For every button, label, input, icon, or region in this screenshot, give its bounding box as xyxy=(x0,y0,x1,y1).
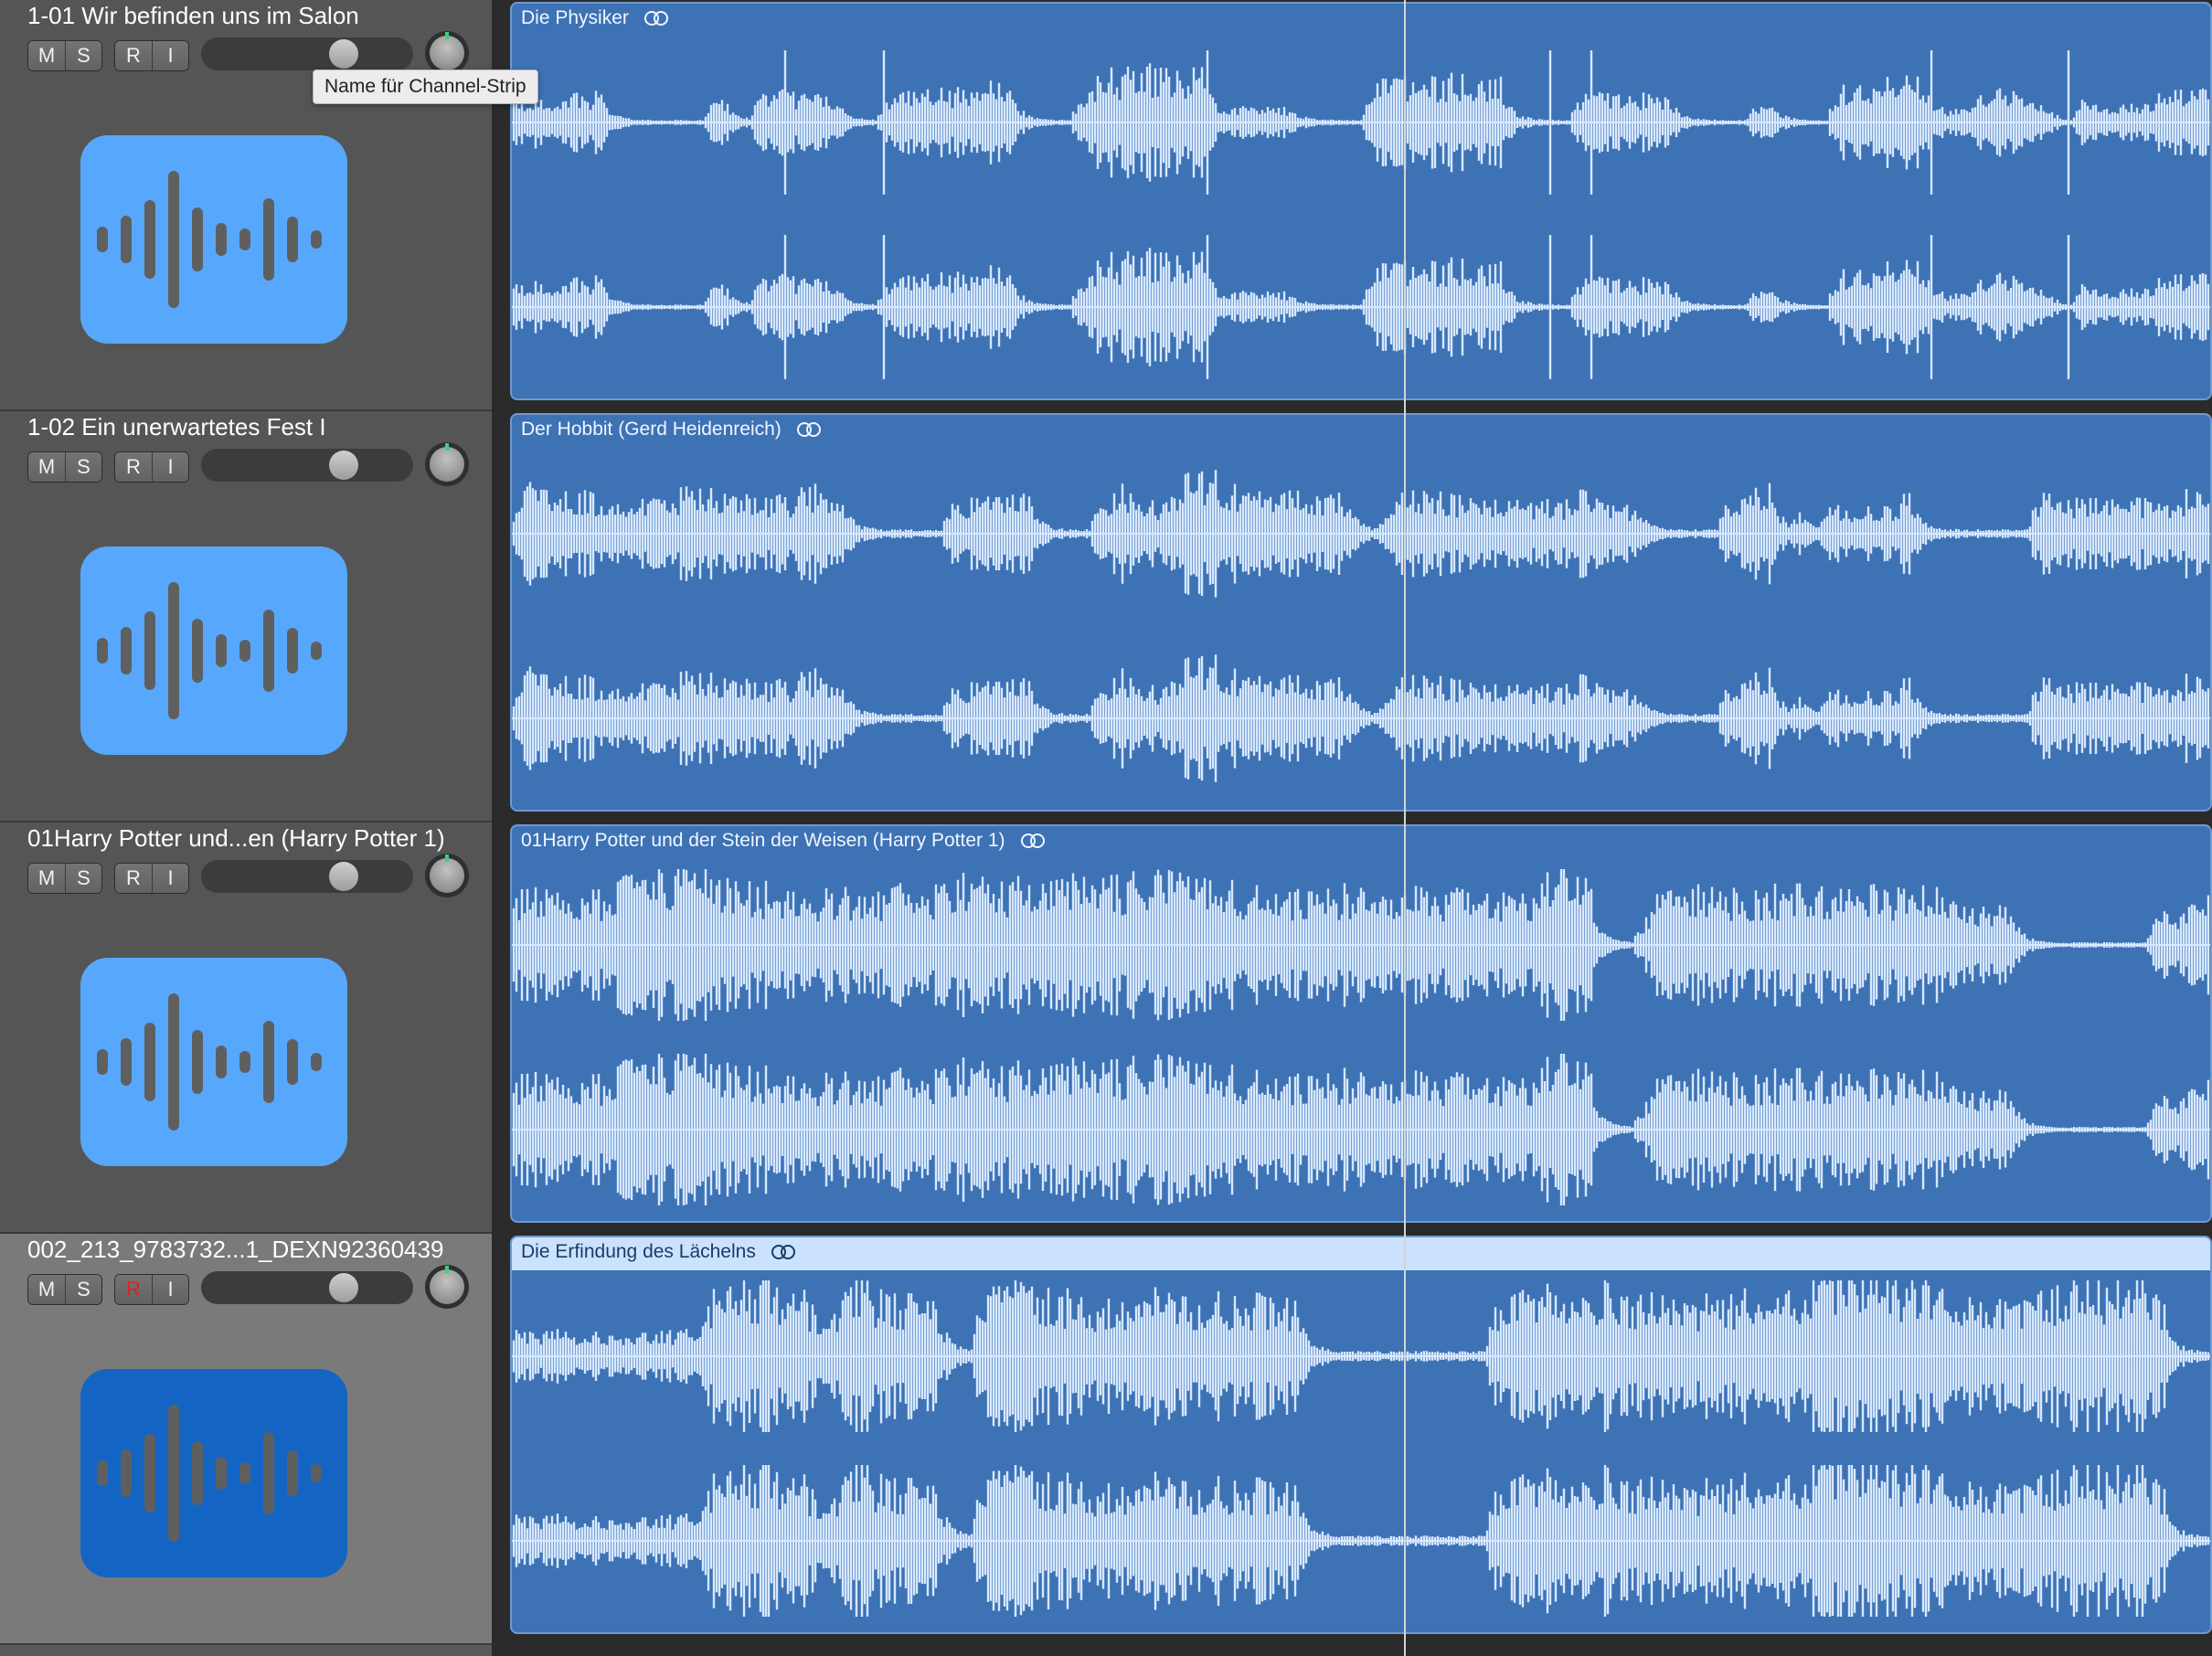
region-header[interactable]: 01Harry Potter und der Stein der Weisen … xyxy=(512,826,2210,859)
record-input-group: RI xyxy=(114,863,189,894)
waveform-icon[interactable] xyxy=(80,547,347,755)
record-enable-button[interactable]: R xyxy=(115,1275,152,1304)
header-divider[interactable] xyxy=(492,0,510,1656)
waveform xyxy=(512,50,2210,379)
input-monitor-button[interactable]: I xyxy=(152,41,188,70)
mute-solo-group: MS xyxy=(27,451,102,483)
region-header[interactable]: Die Physiker xyxy=(512,4,2210,37)
record-enable-button[interactable]: R xyxy=(115,41,152,70)
region-title: Die Physiker xyxy=(521,7,629,28)
record-input-group: RI xyxy=(114,1274,189,1305)
pan-knob-face xyxy=(430,858,464,893)
track-name[interactable]: 01Harry Potter und...en (Harry Potter 1) xyxy=(27,823,480,854)
input-monitor-button[interactable]: I xyxy=(152,452,188,482)
pan-knob[interactable] xyxy=(425,442,469,486)
track-header[interactable]: 1-02 Ein unerwartetes Fest IMSRI xyxy=(0,411,492,823)
loop-icon xyxy=(797,422,821,437)
waveform-icon[interactable] xyxy=(80,1369,347,1577)
solo-button[interactable]: S xyxy=(65,1275,101,1304)
pan-indicator xyxy=(445,443,449,451)
waveform xyxy=(512,1280,2210,1617)
pan-knob-face xyxy=(430,36,464,70)
input-monitor-button[interactable]: I xyxy=(152,1275,188,1304)
pan-knob-face xyxy=(430,447,464,482)
audio-region[interactable]: 01Harry Potter und der Stein der Weisen … xyxy=(510,824,2212,1223)
record-enable-button[interactable]: R xyxy=(115,452,152,482)
solo-button[interactable]: S xyxy=(65,864,101,893)
solo-button[interactable]: S xyxy=(65,41,101,70)
pan-knob-face xyxy=(430,1269,464,1304)
record-input-group: RI xyxy=(114,40,189,71)
volume-slider-thumb[interactable] xyxy=(329,1273,358,1302)
volume-slider[interactable] xyxy=(201,449,413,482)
pan-knob[interactable] xyxy=(425,1265,469,1309)
mute-solo-group: MS xyxy=(27,863,102,894)
waveform-icon[interactable] xyxy=(80,135,347,344)
tooltip: Name für Channel-Strip xyxy=(313,69,538,104)
audio-region[interactable]: Die Physiker xyxy=(510,2,2212,400)
solo-button[interactable]: S xyxy=(65,452,101,482)
volume-slider-thumb[interactable] xyxy=(329,451,358,480)
volume-slider-thumb[interactable] xyxy=(329,39,358,69)
tracks-area[interactable]: Die Physiker Der Hobbit (Gerd Heidenreich… xyxy=(510,0,2212,1656)
loop-icon xyxy=(771,1245,795,1259)
mute-button[interactable]: M xyxy=(28,41,65,70)
pan-indicator xyxy=(445,855,449,862)
pan-knob[interactable] xyxy=(425,854,469,897)
mute-button[interactable]: M xyxy=(28,1275,65,1304)
pan-indicator xyxy=(445,32,449,39)
volume-slider[interactable] xyxy=(201,1271,413,1304)
mute-button[interactable]: M xyxy=(28,864,65,893)
mute-solo-group: MS xyxy=(27,1274,102,1305)
volume-slider[interactable] xyxy=(201,860,413,893)
region-header[interactable]: Die Erfindung des Lächelns xyxy=(512,1237,2210,1270)
track-name[interactable]: 002_213_9783732...1_DEXN92360439 xyxy=(27,1234,480,1265)
audio-region[interactable]: Der Hobbit (Gerd Heidenreich) xyxy=(510,413,2212,812)
mute-button[interactable]: M xyxy=(28,452,65,482)
volume-slider[interactable] xyxy=(201,37,413,70)
record-enable-button[interactable]: R xyxy=(115,864,152,893)
region-title: Der Hobbit (Gerd Heidenreich) xyxy=(521,419,782,440)
waveform xyxy=(512,869,2210,1205)
track-header[interactable]: 1-01 Wir befinden uns im Salon M S R I xyxy=(0,0,492,411)
region-title: 01Harry Potter und der Stein der Weisen … xyxy=(521,830,1005,851)
track-name[interactable]: 1-01 Wir befinden uns im Salon xyxy=(27,0,480,31)
region-header[interactable]: Der Hobbit (Gerd Heidenreich) xyxy=(512,415,2210,448)
mute-solo-group: MS xyxy=(27,40,102,71)
input-monitor-button[interactable]: I xyxy=(152,864,188,893)
track-header[interactable]: 01Harry Potter und...en (Harry Potter 1)… xyxy=(0,823,492,1234)
waveform-icon[interactable] xyxy=(80,958,347,1166)
record-input-group: RI xyxy=(114,451,189,483)
pan-knob[interactable] xyxy=(425,31,469,75)
track-header-list: 1-01 Wir befinden uns im Salon M S R I 1-02 E… xyxy=(0,0,492,1656)
waveform xyxy=(512,470,2210,782)
playhead[interactable] xyxy=(1404,0,1406,1656)
pan-indicator xyxy=(445,1266,449,1273)
loop-icon xyxy=(1021,833,1045,848)
audio-region[interactable]: Die Erfindung des Lächelns xyxy=(510,1236,2212,1634)
track-header[interactable]: 002_213_9783732...1_DEXN92360439 M S R I xyxy=(0,1234,492,1645)
track-name[interactable]: 1-02 Ein unerwartetes Fest I xyxy=(27,411,480,442)
volume-slider-thumb[interactable] xyxy=(329,862,358,891)
region-title: Die Erfindung des Lächelns xyxy=(521,1241,756,1262)
loop-icon xyxy=(644,11,668,26)
